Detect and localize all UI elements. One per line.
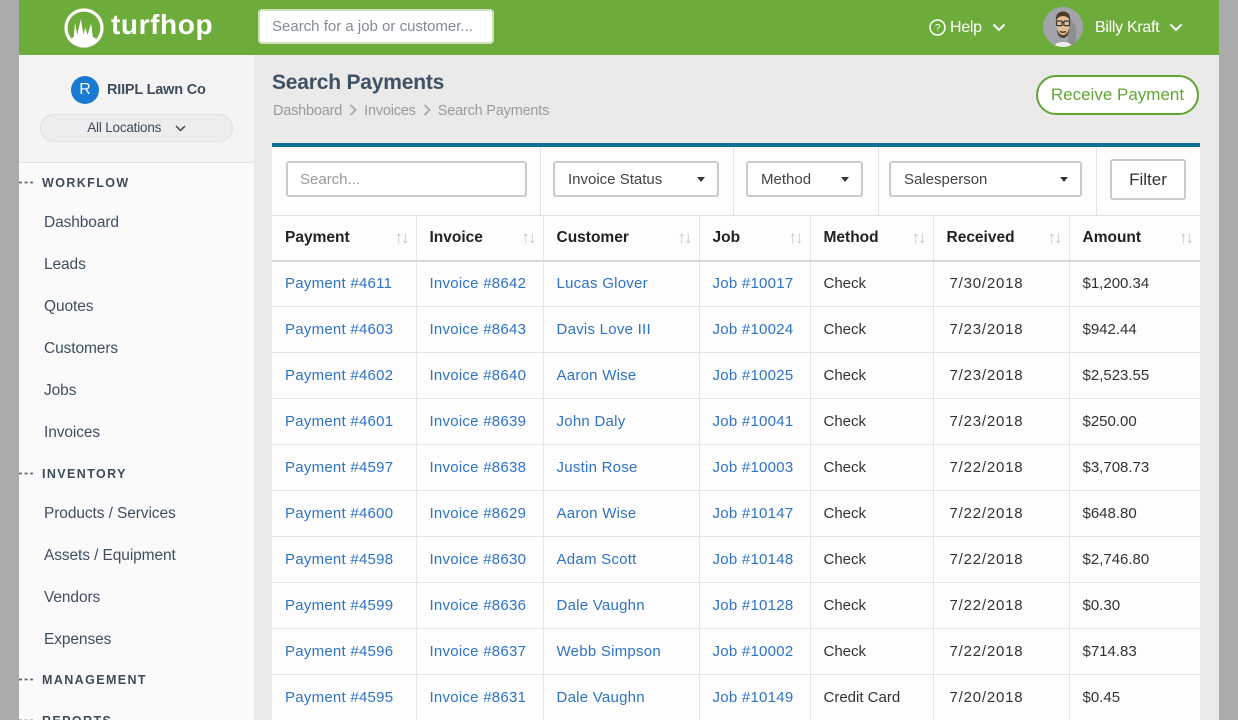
svg-text:?: ? (935, 22, 941, 34)
